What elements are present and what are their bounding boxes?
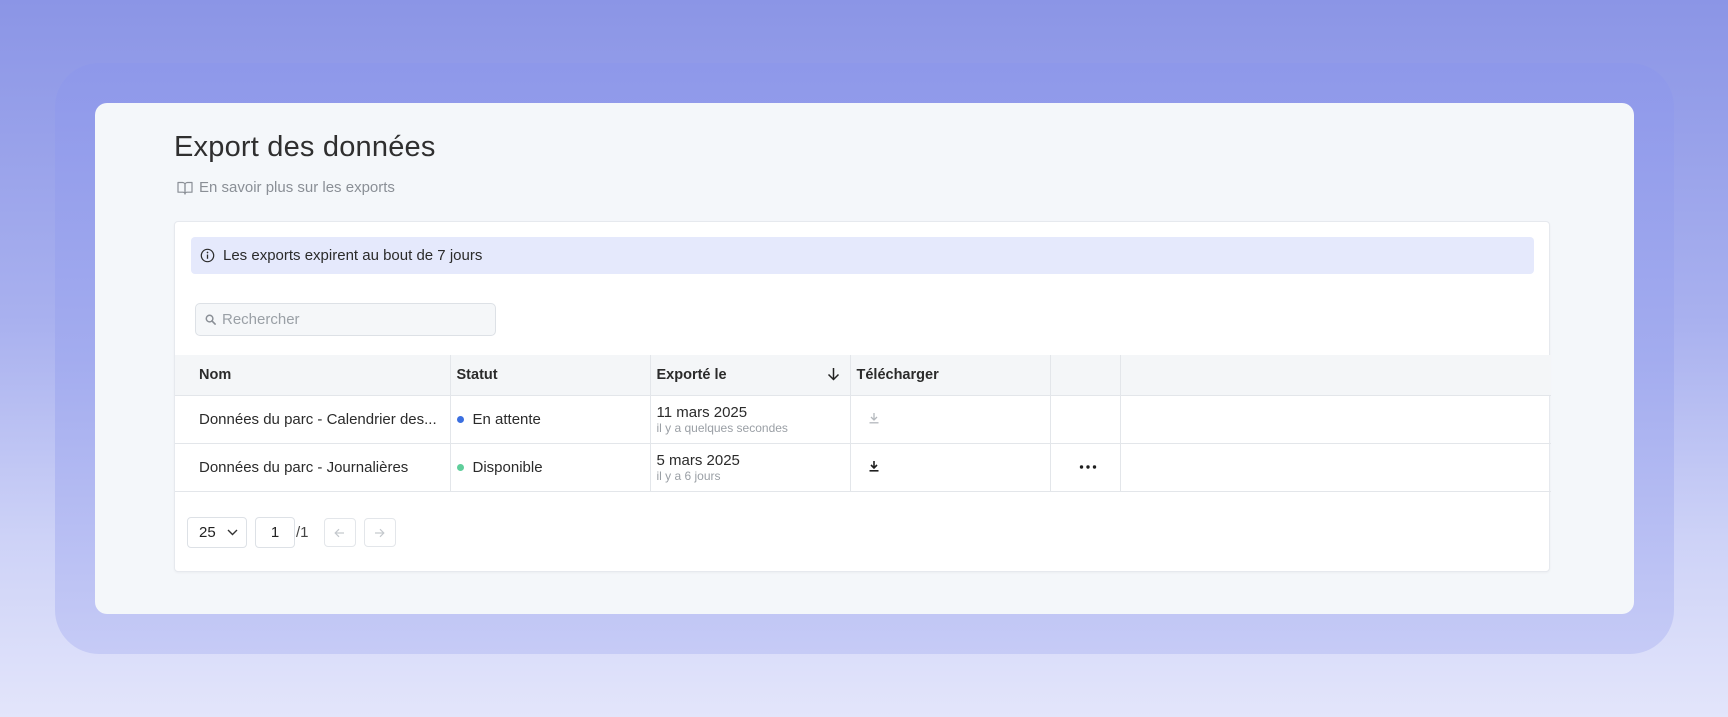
download-icon: [869, 460, 878, 472]
page-total: /1: [296, 524, 309, 541]
status-label: En attente: [472, 410, 541, 428]
column-header-actions: [1050, 355, 1121, 396]
more-options-button[interactable]: [1057, 465, 1120, 469]
table-header-row: Nom Statut Exporté le Télécharger: [175, 355, 1551, 396]
learn-more-link[interactable]: En savoir plus sur les exports: [177, 179, 395, 196]
search-icon: [205, 314, 216, 325]
column-header-name[interactable]: Nom: [175, 355, 451, 396]
export-relative-time: il y a quelques secondes: [656, 420, 788, 435]
column-header-download: Télécharger: [850, 355, 1051, 396]
row-filler: [1120, 395, 1551, 444]
page-number-input[interactable]: 1: [255, 517, 295, 548]
chevron-down-icon: [227, 529, 238, 536]
book-icon: [177, 181, 193, 195]
learn-more-label: En savoir plus sur les exports: [199, 179, 395, 196]
sort-arrow-down-icon[interactable]: [827, 367, 840, 381]
row-download: [850, 395, 1051, 444]
search-input[interactable]: [222, 311, 492, 328]
page-size-select[interactable]: 25: [187, 517, 247, 548]
arrow-right-icon: [375, 528, 385, 537]
row-name: Données du parc - Calendrier des...: [175, 395, 451, 444]
app-window: Export des données En savoir plus sur le…: [95, 103, 1634, 614]
row-actions: [1050, 395, 1121, 444]
info-banner-text: Les exports expirent au bout de 7 jours: [223, 247, 483, 264]
info-banner: Les exports expirent au bout de 7 jours: [191, 237, 1534, 274]
download-button-disabled: [868, 412, 880, 424]
download-icon: [869, 412, 878, 423]
status-dot-pending: [456, 415, 464, 423]
table-row[interactable]: Données du parc - Journalières Disponibl…: [175, 443, 1551, 492]
row-download: [850, 443, 1051, 492]
row-status: En attente: [450, 395, 651, 444]
row-status: Disponible: [450, 443, 651, 492]
info-icon: [200, 248, 215, 263]
column-header-exported-label: Exporté le: [656, 366, 727, 383]
exports-table: Nom Statut Exporté le Télécharger Donnée…: [175, 355, 1551, 492]
column-header-status[interactable]: Statut: [450, 355, 651, 396]
download-button[interactable]: [868, 460, 880, 472]
exports-card: Les exports expirent au bout de 7 jours …: [174, 221, 1551, 572]
export-relative-time: il y a 6 jours: [656, 468, 721, 483]
row-date: 5 mars 2025 il y a 6 jours: [650, 443, 851, 492]
row-name: Données du parc - Journalières: [175, 443, 451, 492]
pagination: 25 1 /1: [187, 517, 396, 548]
previous-page-button[interactable]: [323, 518, 356, 547]
export-date: 11 mars 2025: [656, 403, 748, 421]
page-size-value: 25: [199, 524, 216, 541]
more-horizontal-icon: [1079, 465, 1097, 469]
table-row[interactable]: Données du parc - Calendrier des... En a…: [175, 395, 1551, 444]
arrow-left-icon: [334, 528, 345, 537]
export-date: 5 mars 2025: [656, 451, 740, 469]
column-header-exported[interactable]: Exporté le: [650, 355, 851, 396]
row-filler: [1120, 443, 1551, 492]
column-header-filler: [1120, 355, 1551, 396]
status-label: Disponible: [472, 458, 543, 476]
page-title: Export des données: [174, 131, 436, 163]
next-page-button[interactable]: [363, 518, 396, 547]
search-box: [195, 303, 496, 336]
status-dot-available: [456, 463, 464, 471]
row-date: 11 mars 2025 il y a quelques secondes: [650, 395, 851, 444]
row-actions: [1050, 443, 1121, 492]
